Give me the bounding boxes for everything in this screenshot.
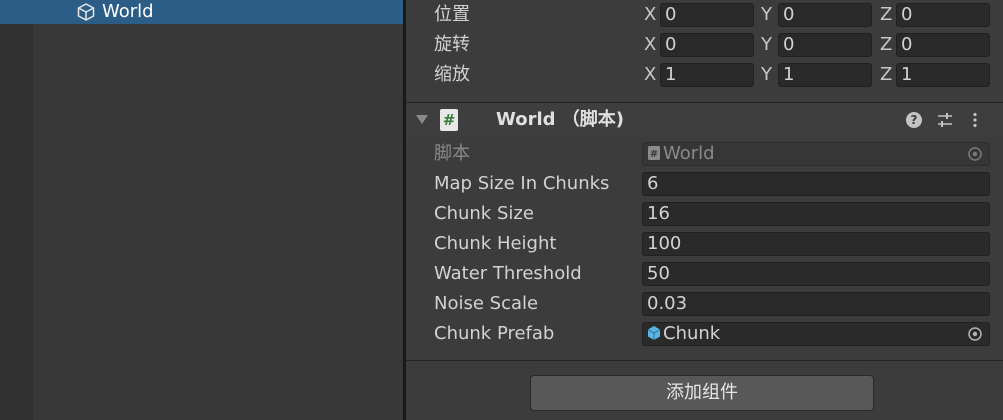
position-x-letter[interactable]: X [644, 0, 656, 30]
water-threshold-row: Water Threshold 50 [406, 259, 1003, 289]
noise-scale-label: Noise Scale [434, 293, 539, 314]
cube-icon [77, 3, 95, 21]
scale-label: 缩放 [434, 64, 470, 85]
map-size-row: Map Size In Chunks 6 [406, 169, 1003, 199]
chunk-size-row: Chunk Size 16 [406, 199, 1003, 229]
rotation-y-letter[interactable]: Y [761, 30, 772, 60]
script-field-row: 脚本 # World [406, 139, 1003, 169]
rotation-x-letter[interactable]: X [644, 30, 656, 60]
svg-text:#: # [650, 149, 658, 160]
script-file-icon: # [648, 146, 660, 160]
component-title: World （脚本) [496, 109, 625, 130]
hierarchy-panel: World [0, 0, 403, 420]
scale-x-field[interactable]: 1 [660, 63, 754, 87]
section-divider [406, 360, 1003, 361]
position-label: 位置 [434, 4, 470, 25]
map-size-field[interactable]: 6 [642, 172, 990, 196]
chunk-prefab-label: Chunk Prefab [434, 323, 555, 344]
prefab-cube-icon [647, 326, 661, 340]
rotation-x-field[interactable]: 0 [660, 33, 754, 57]
rotation-y-field[interactable]: 0 [778, 33, 872, 57]
rotation-z-field[interactable]: 0 [896, 33, 990, 57]
add-component-button[interactable]: 添加组件 [530, 375, 874, 411]
chunk-prefab-object-field[interactable]: Chunk [642, 322, 990, 346]
hierarchy-item-world[interactable]: World [0, 0, 403, 24]
script-field-label: 脚本 [434, 143, 470, 164]
chunk-height-row: Chunk Height 100 [406, 229, 1003, 259]
transform-position-row: 位置 X 0 Y 0 Z 0 [406, 0, 1003, 30]
scale-y-letter[interactable]: Y [761, 60, 772, 90]
position-y-field[interactable]: 0 [778, 3, 872, 27]
foldout-arrow-icon[interactable] [416, 115, 428, 124]
position-z-field[interactable]: 0 [896, 3, 990, 27]
scale-z-field[interactable]: 1 [896, 63, 990, 87]
water-threshold-field[interactable]: 50 [642, 262, 990, 286]
water-threshold-label: Water Threshold [434, 263, 582, 284]
position-y-letter[interactable]: Y [761, 0, 772, 30]
noise-scale-field[interactable]: 0.03 [642, 292, 990, 316]
position-x-field[interactable]: 0 [660, 3, 754, 27]
hierarchy-gutter [0, 0, 33, 420]
object-picker-icon[interactable] [967, 146, 983, 162]
transform-rotation-row: 旋转 X 0 Y 0 Z 0 [406, 30, 1003, 60]
object-picker-icon[interactable] [967, 326, 983, 342]
chunk-height-field[interactable]: 100 [642, 232, 990, 256]
transform-scale-row: 缩放 X 1 Y 1 Z 1 [406, 60, 1003, 90]
script-icon: # [440, 109, 458, 131]
inspector-panel: 位置 X 0 Y 0 Z 0 旋转 X 0 Y 0 Z 0 缩放 X 1 Y 1… [406, 0, 1003, 420]
chunk-prefab-value: Chunk [663, 323, 721, 344]
map-size-label: Map Size In Chunks [434, 173, 610, 194]
more-options-icon[interactable] [972, 112, 978, 128]
noise-scale-row: Noise Scale 0.03 [406, 289, 1003, 319]
chunk-prefab-row: Chunk Prefab Chunk [406, 319, 1003, 349]
rotation-z-letter[interactable]: Z [880, 30, 892, 60]
help-icon[interactable]: ? [906, 112, 922, 128]
presets-sliders-icon[interactable] [937, 112, 953, 128]
chunk-size-label: Chunk Size [434, 203, 534, 224]
script-object-field[interactable]: # World [642, 142, 990, 166]
scale-z-letter[interactable]: Z [880, 60, 892, 90]
rotation-label: 旋转 [434, 34, 470, 55]
chunk-height-label: Chunk Height [434, 233, 557, 254]
position-z-letter[interactable]: Z [880, 0, 892, 30]
component-header[interactable]: # World （脚本) ? [406, 102, 1003, 137]
hierarchy-item-label: World [102, 1, 154, 22]
chunk-size-field[interactable]: 16 [642, 202, 990, 226]
scale-y-field[interactable]: 1 [778, 63, 872, 87]
scale-x-letter[interactable]: X [644, 60, 656, 90]
script-object-value: World [663, 143, 715, 164]
